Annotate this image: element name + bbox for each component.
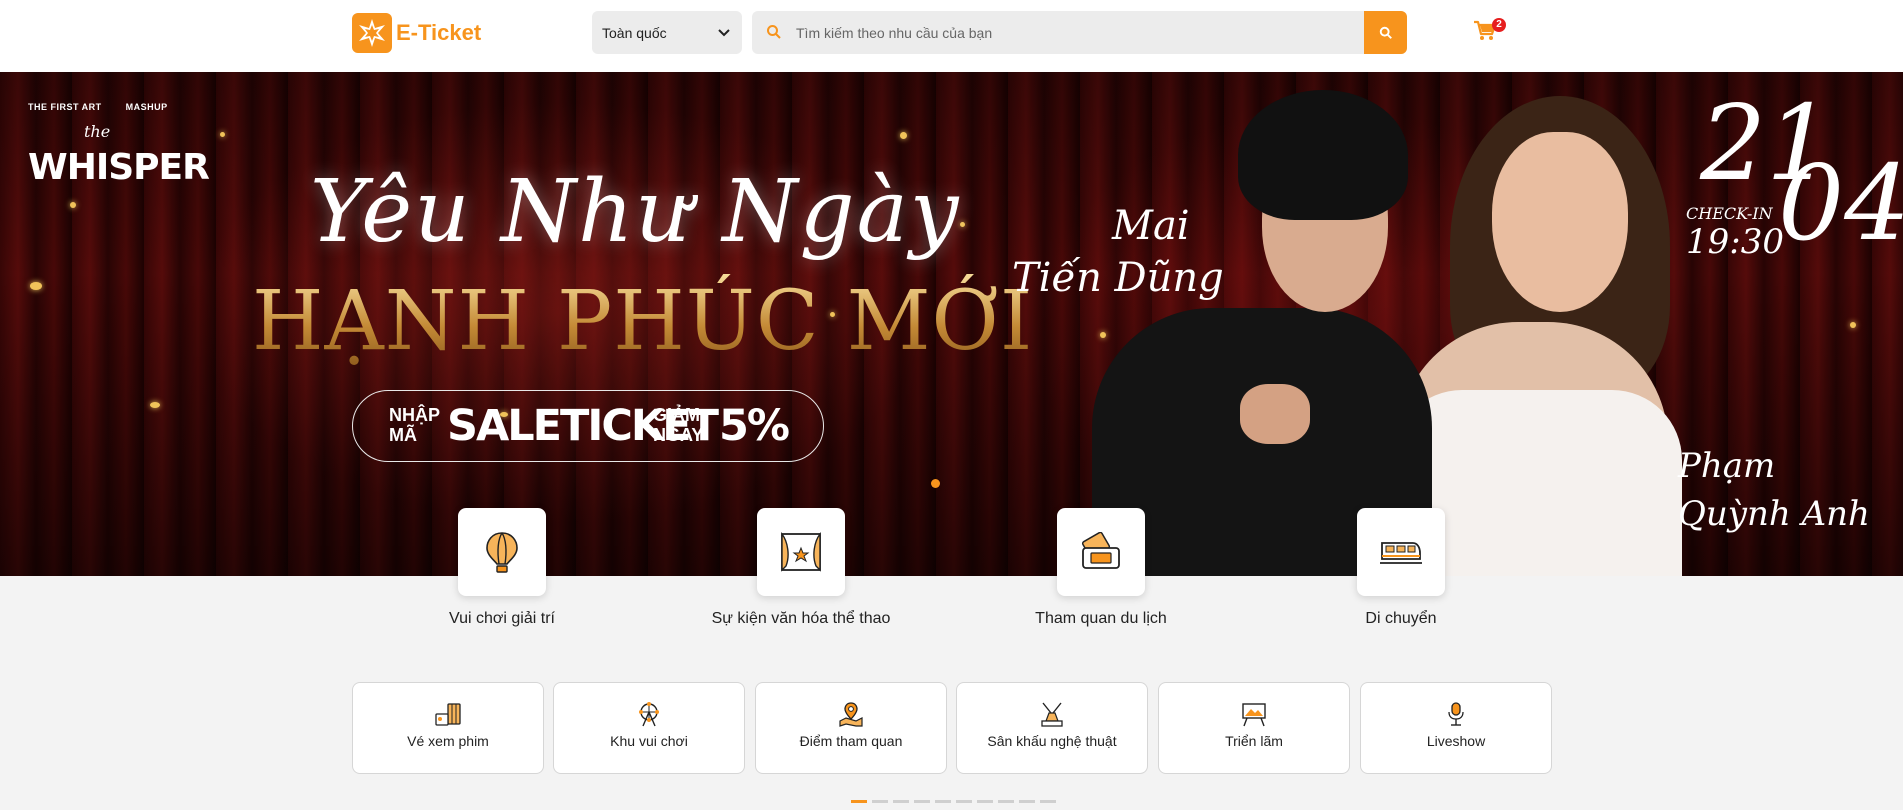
- female-artist-face: [1492, 132, 1628, 312]
- promo-prefix: NHẬP MÃ: [389, 405, 440, 445]
- category-icon-box: [458, 508, 546, 596]
- artist-1-first: Mai: [1112, 203, 1190, 249]
- subcategory-label: Điểm tham quan: [799, 733, 903, 749]
- artist-2-first: Phạm: [1678, 446, 1776, 486]
- promo-code-pill: NHẬP MÃ SALETICKET GIẢM NGAY 5%: [352, 390, 824, 462]
- ticket-icon: [1081, 532, 1120, 569]
- category-label: Tham quan du lịch: [1035, 610, 1167, 627]
- banner-title-script: Yêu Như Ngày: [310, 162, 961, 262]
- subcategory-ve-xem-phim[interactable]: Vé xem phim: [352, 682, 544, 774]
- pager-dash[interactable]: [851, 800, 867, 803]
- category-label: Sự kiện văn hóa thể thao: [711, 610, 891, 627]
- sparkle: [900, 132, 907, 139]
- subcategory-label: Khu vui chơi: [610, 733, 688, 749]
- logo-text: E-Ticket: [396, 20, 482, 45]
- event-month: 04: [1778, 142, 1903, 264]
- logo-icon: [352, 13, 392, 53]
- promo-discount-value: 5%: [719, 401, 790, 451]
- popcorn-icon: [435, 703, 461, 726]
- subcategory-diem-tham-quan[interactable]: Điểm tham quan: [755, 682, 947, 774]
- category-vui-choi-giai-tri[interactable]: Vui chơi giải trí: [402, 508, 602, 628]
- pager-dash[interactable]: [935, 800, 951, 803]
- artist-name-2: Phạm Quỳnh Anh: [1678, 442, 1870, 538]
- category-tham-quan-du-lich[interactable]: Tham quan du lịch: [1001, 508, 1201, 628]
- checkin-time: 19:30: [1686, 222, 1784, 262]
- hero-banner[interactable]: THE FIRST ART MASHUP the WHISPER Yêu Như…: [0, 72, 1903, 576]
- sparkle: [1850, 322, 1856, 328]
- artist-name-1: Mai Tiến Dũng: [1012, 200, 1224, 304]
- subcategory-label: Triển lãm: [1225, 733, 1283, 749]
- category-label: Vui chơi giải trí: [449, 610, 555, 627]
- sparkle: [70, 202, 76, 208]
- brand-first-art: THE FIRST ART: [28, 102, 102, 112]
- cart-count-badge: 2: [1492, 18, 1506, 32]
- sparkle: [150, 402, 160, 408]
- category-label: Di chuyển: [1365, 610, 1437, 627]
- cart-button[interactable]: 2: [1473, 18, 1506, 46]
- subcategory-label: Sân khấu nghệ thuật: [987, 733, 1117, 749]
- region-select[interactable]: Toàn quốc: [592, 11, 742, 54]
- subcategory-san-khau-nghe-thuat[interactable]: Sân khấu nghệ thuật: [956, 682, 1148, 774]
- category-icon-box: [1357, 508, 1445, 596]
- category-di-chuyen[interactable]: Di chuyển: [1301, 508, 1501, 628]
- subcategory-liveshow[interactable]: Liveshow: [1360, 682, 1552, 774]
- category-icon-box: [757, 508, 845, 596]
- subcategory-trien-lam[interactable]: Triển lãm: [1158, 682, 1350, 774]
- hot-air-balloon-icon: [486, 532, 518, 573]
- brand-mashup: MASHUP: [125, 102, 168, 112]
- brand-the: the: [84, 122, 111, 141]
- pager-dash[interactable]: [872, 800, 888, 803]
- train-icon: [1380, 542, 1422, 564]
- male-artist-hair: [1238, 90, 1408, 220]
- exhibition-frame-icon: [1242, 703, 1266, 727]
- sparkle: [1100, 332, 1106, 338]
- organizer-logos: THE FIRST ART MASHUP the WHISPER: [28, 102, 210, 188]
- artist-1-last: Tiến Dũng: [1012, 255, 1224, 301]
- search-button[interactable]: [1364, 11, 1407, 54]
- chevron-down-icon: [718, 29, 730, 37]
- map-pin-icon: [839, 702, 863, 727]
- region-value: Toàn quốc: [602, 24, 667, 41]
- artist-2-last: Quỳnh Anh: [1678, 494, 1870, 534]
- pager-dash[interactable]: [893, 800, 909, 803]
- search-icon: [767, 25, 781, 39]
- pager-dash[interactable]: [914, 800, 930, 803]
- spotlight-stage-icon: [1041, 702, 1063, 727]
- sparkle: [220, 132, 225, 137]
- category-su-kien-van-hoa-the-thao[interactable]: Sự kiện văn hóa thể thao: [701, 508, 901, 628]
- subcategory-khu-vui-choi[interactable]: Khu vui chơi: [553, 682, 745, 774]
- male-artist-hand: [1240, 384, 1310, 444]
- search-button-icon: [1379, 26, 1392, 39]
- logo-link[interactable]: E-Ticket: [352, 13, 481, 53]
- sparkle: [30, 282, 42, 290]
- pager-dash[interactable]: [1019, 800, 1035, 803]
- subcategory-label: Vé xem phim: [407, 733, 489, 749]
- search-bar: [752, 11, 1407, 54]
- microphone-icon: [1448, 702, 1464, 726]
- pager-dash[interactable]: [977, 800, 993, 803]
- pager-dash[interactable]: [1040, 800, 1056, 803]
- banner-slide-indicator[interactable]: [931, 479, 940, 488]
- subcategory-pager: [851, 800, 1056, 803]
- top-header: E-Ticket Toàn quốc 2: [0, 0, 1903, 72]
- search-input[interactable]: [796, 11, 1356, 54]
- pager-dash[interactable]: [956, 800, 972, 803]
- checkin-label: CHECK-IN: [1686, 204, 1773, 223]
- sparkle: [960, 222, 965, 227]
- brand-whisper: WHISPER: [28, 147, 210, 188]
- category-icon-box: [1057, 508, 1145, 596]
- ferris-wheel-icon: [639, 702, 659, 727]
- promo-discount-label: GIẢM NGAY: [653, 405, 704, 445]
- pager-dash[interactable]: [998, 800, 1014, 803]
- subcategory-label: Liveshow: [1426, 733, 1486, 749]
- stage-star-icon: [781, 532, 821, 572]
- banner-title-main: HẠNH PHÚC MỚI: [252, 274, 1034, 369]
